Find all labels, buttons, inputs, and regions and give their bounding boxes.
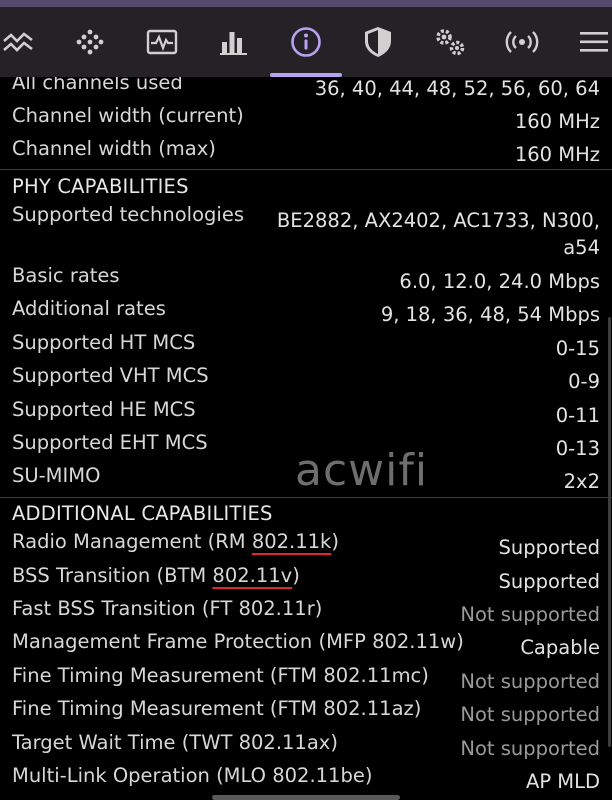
- row-value-ftm-az: Not supported: [460, 703, 600, 726]
- tab-signal-graph[interactable]: [0, 7, 48, 77]
- list-menu-icon: [580, 32, 608, 52]
- row-label-he-mcs: Supported HE MCS: [12, 398, 196, 421]
- tab-spectrum[interactable]: [132, 7, 192, 77]
- row-value-bss-transition: Supported: [498, 570, 600, 593]
- broadcast-icon: [505, 31, 539, 53]
- signal-graph-icon: [3, 32, 33, 52]
- row-label-ftm-mc: Fine Timing Measurement (FTM 802.11mc): [12, 664, 429, 687]
- tab-more[interactable]: [564, 7, 612, 77]
- section-title-phy: PHY CAPABILITIES: [12, 175, 189, 198]
- row-label-su-mimo: SU-MIMO: [12, 464, 101, 487]
- row-label-vht-mcs: Supported VHT MCS: [12, 364, 209, 387]
- row-label-mlo: Multi-Link Operation (MLO 802.11be): [12, 764, 373, 787]
- row-value-twt: Not supported: [460, 737, 600, 760]
- underlined-standard: 802.11v: [212, 564, 293, 587]
- row-label-ftm-az: Fine Timing Measurement (FTM 802.11az): [12, 697, 422, 720]
- tab-security[interactable]: [348, 7, 408, 77]
- row-value-all-channels: 36, 40, 44, 48, 52, 56, 60, 64: [314, 77, 600, 100]
- shield-icon: [365, 27, 391, 57]
- tab-statistics[interactable]: [204, 7, 264, 77]
- row-value-additional-rates: 9, 18, 36, 48, 54 Mbps: [380, 303, 600, 326]
- row-value-eht-mcs: 0-13: [555, 437, 600, 460]
- row-label-all-channels: All channels used: [12, 77, 183, 94]
- row-label-basic-rates: Basic rates: [12, 264, 120, 287]
- underlined-standard: 802.11k: [251, 530, 332, 553]
- row-label-ht-mcs: Supported HT MCS: [12, 331, 196, 354]
- row-label-channel-width-max: Channel width (max): [12, 137, 216, 160]
- row-label-eht-mcs: Supported EHT MCS: [12, 431, 208, 454]
- row-label-radio-management: Radio Management (RM 802.11k): [12, 530, 339, 554]
- label-text: Radio Management (RM: [12, 530, 252, 553]
- row-value-vht-mcs: 0-9: [568, 370, 600, 393]
- row-label-bss-transition: BSS Transition (BTM 802.11v): [12, 564, 300, 588]
- row-value-channel-width-current: 160 MHz: [514, 110, 600, 133]
- row-value-mlo: AP MLD: [525, 770, 600, 793]
- watermark-text: acwifi: [295, 445, 429, 496]
- tab-bar: [0, 7, 612, 77]
- row-value-he-mcs: 0-11: [555, 404, 600, 427]
- gesture-nav-handle[interactable]: [212, 795, 400, 800]
- label-text: ): [331, 530, 339, 553]
- tab-broadcast[interactable]: [492, 7, 552, 77]
- row-value-technologies-cont: a54: [563, 236, 600, 259]
- row-value-channel-width-max: 160 MHz: [514, 143, 600, 166]
- tab-settings[interactable]: [420, 7, 480, 77]
- scrollbar[interactable]: [608, 317, 611, 747]
- row-value-mfp: Capable: [520, 636, 600, 659]
- label-text: ): [292, 564, 300, 587]
- row-value-ftm-mc: Not supported: [460, 670, 600, 693]
- row-label-fast-bss: Fast BSS Transition (FT 802.11r): [12, 597, 323, 620]
- row-value-su-mimo: 2x2: [563, 470, 600, 493]
- row-value-basic-rates: 6.0, 12.0, 24.0 Mbps: [399, 270, 600, 293]
- row-label-technologies: Supported technologies: [12, 203, 244, 226]
- row-label-additional-rates: Additional rates: [12, 297, 166, 320]
- spectrum-icon: [146, 29, 178, 55]
- gears-icon: [436, 29, 465, 56]
- label-text: BSS Transition (BTM: [12, 564, 213, 587]
- section-title-additional: ADDITIONAL CAPABILITIES: [12, 502, 273, 525]
- tab-channel-grid[interactable]: [60, 7, 120, 77]
- section-divider: [0, 497, 612, 498]
- tab-info[interactable]: [276, 7, 336, 77]
- bar-chart-icon: [220, 32, 247, 55]
- row-label-channel-width-current: Channel width (current): [12, 104, 244, 127]
- row-value-technologies: BE2882, AX2402, AC1733, N300,: [276, 209, 600, 232]
- row-label-twt: Target Wait Time (TWT 802.11ax): [12, 731, 338, 754]
- row-value-fast-bss: Not supported: [460, 603, 600, 626]
- info-icon: [291, 27, 321, 57]
- channel-grid-icon: [76, 29, 104, 55]
- section-divider: [0, 169, 612, 170]
- row-label-mfp: Management Frame Protection (MFP 802.11w…: [12, 630, 464, 653]
- details-scroll-area[interactable]: All channels used 36, 40, 44, 48, 52, 56…: [0, 77, 612, 800]
- row-value-ht-mcs: 0-15: [555, 337, 600, 360]
- row-value-radio-management: Supported: [498, 536, 600, 559]
- status-strip: [0, 0, 612, 7]
